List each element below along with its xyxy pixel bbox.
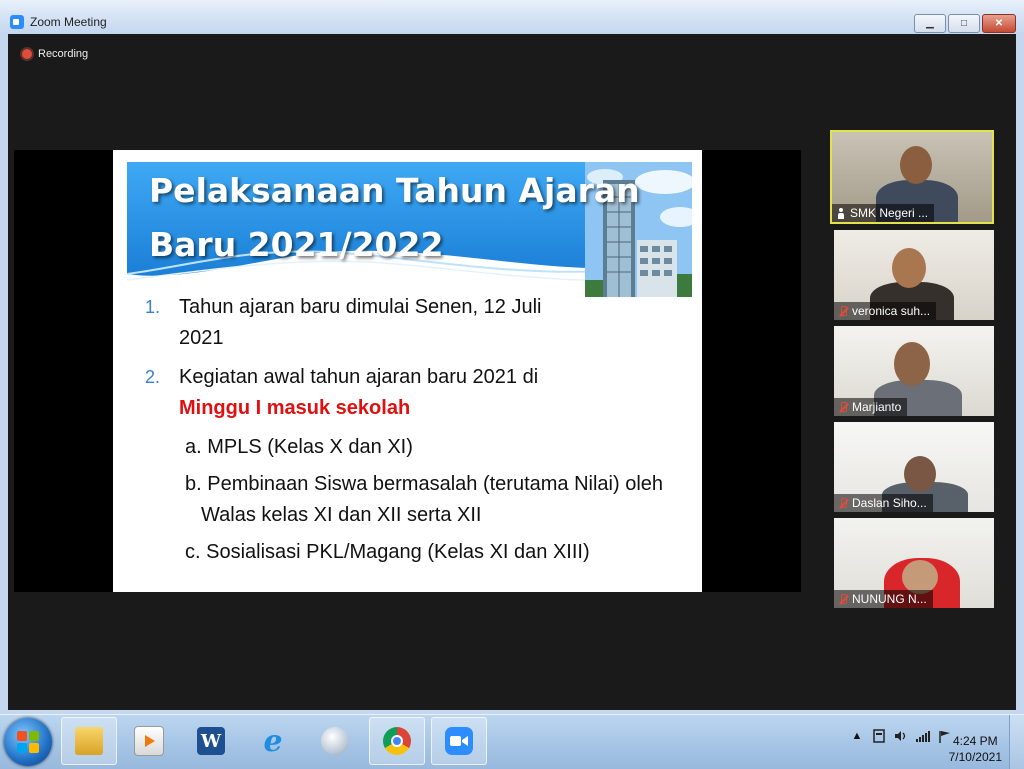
mic-muted-icon [838,497,848,509]
list-text: 2021 [179,327,224,349]
recording-icon [22,49,32,59]
list-number: 2. [145,367,161,387]
list-item: 1. Tahun ajaran baru dimulai Senen, 12 J… [145,292,685,354]
mic-muted-icon [838,305,848,317]
participant-tile[interactable]: veronica suh... [834,230,994,320]
list-text: Kegiatan awal tahun ajaran baru 2021 di [179,366,539,388]
taskbar-chrome[interactable] [369,717,425,765]
zoom-icon [445,727,473,755]
volume-icon[interactable] [894,729,908,743]
taskbar-globe[interactable] [307,717,363,765]
windows-logo-icon [17,731,39,753]
tray-expand-icon[interactable]: ▲ [850,729,864,743]
start-button[interactable] [4,718,52,766]
explorer-icon [75,727,103,755]
slide-title-line-1: Pelaksanaan Tahun Ajaran [149,171,640,210]
participant-tile-active[interactable]: SMK Negeri ... [830,130,994,224]
taskbar-media-player[interactable] [121,717,177,765]
participant-name-bar: Daslan Siho... [834,494,933,512]
list-item: 2. Kegiatan awal tahun ajaran baru 2021 … [145,362,685,424]
list-text: Tahun ajaran baru dimulai Senen, 12 Juli [179,296,542,318]
taskbar-word[interactable]: W [183,717,239,765]
internet-explorer-icon: e [263,723,283,759]
taskbar: W e ▲ 4:24 PM 7/10/2021 [0,714,1024,769]
participant-face [904,456,936,492]
media-player-icon [134,726,164,756]
slide-content: 1. Tahun ajaran baru dimulai Senen, 12 J… [145,292,685,574]
sub-item: c. Sosialisasi PKL/Magang (Kelas XI dan … [185,541,590,563]
participant-tile[interactable]: Daslan Siho... [834,422,994,512]
participant-face [900,146,932,184]
recording-indicator[interactable]: Recording [22,48,88,60]
participant-face [902,560,938,594]
globe-icon [321,727,349,755]
participant-name: NUNUNG N... [852,592,927,606]
participant-face [894,342,930,386]
minimize-button[interactable]: ▁ [914,14,946,33]
maximize-button[interactable]: □ [948,14,980,33]
action-center-icon[interactable] [872,729,886,743]
sub-item: b. Pembinaan Siswa bermasalah (terutama … [185,473,664,526]
participant-tile[interactable]: Marjianto [834,326,994,416]
participant-name: SMK Negeri ... [850,206,929,220]
mic-muted-icon [838,401,848,413]
zoom-app-icon [10,15,24,29]
window-title: Zoom Meeting [30,15,107,29]
participant-face [892,248,926,288]
close-button[interactable]: ✕ [982,14,1016,33]
participant-name: Marjianto [852,400,902,414]
participant-name-bar: SMK Negeri ... [832,204,935,222]
taskbar-zoom[interactable] [431,717,487,765]
system-tray: ▲ [850,729,952,743]
clock-date: 7/10/2021 [948,750,1002,764]
window-frame-right [1016,34,1024,714]
participant-name-bar: NUNUNG N... [834,590,933,608]
participant-name: Daslan Siho... [852,496,927,510]
participant-name: veronica suh... [852,304,931,318]
chrome-icon [383,727,411,755]
window-titlebar[interactable]: Zoom Meeting ▁ □ ✕ [0,0,1024,35]
slide-title: Pelaksanaan Tahun Ajaran Baru 2021/2022 [149,164,640,272]
taskbar-explorer[interactable] [61,717,117,765]
presentation-slide: Pelaksanaan Tahun Ajaran Baru 2021/2022 … [113,150,702,592]
spotlight-icon [836,207,846,219]
taskbar-internet-explorer[interactable]: e [245,717,301,765]
recording-label: Recording [38,48,89,60]
participant-name-bar: veronica suh... [834,302,937,320]
taskbar-clock[interactable]: 4:24 PM 7/10/2021 [949,733,1002,765]
window-frame-left [0,34,8,714]
participant-name-bar: Marjianto [834,398,908,416]
list-number: 1. [145,297,161,317]
clock-time: 4:24 PM [952,734,998,748]
network-icon[interactable] [916,729,930,743]
sub-item: a. MPLS (Kelas X dan XI) [185,436,413,458]
word-icon: W [197,727,225,755]
mic-muted-icon [838,593,848,605]
participant-tile[interactable]: NUNUNG N... [834,518,994,608]
highlighted-text: Minggu I masuk sekolah [179,397,411,419]
slide-title-line-2: Baru 2021/2022 [149,225,444,264]
show-desktop-button[interactable] [1009,715,1024,769]
